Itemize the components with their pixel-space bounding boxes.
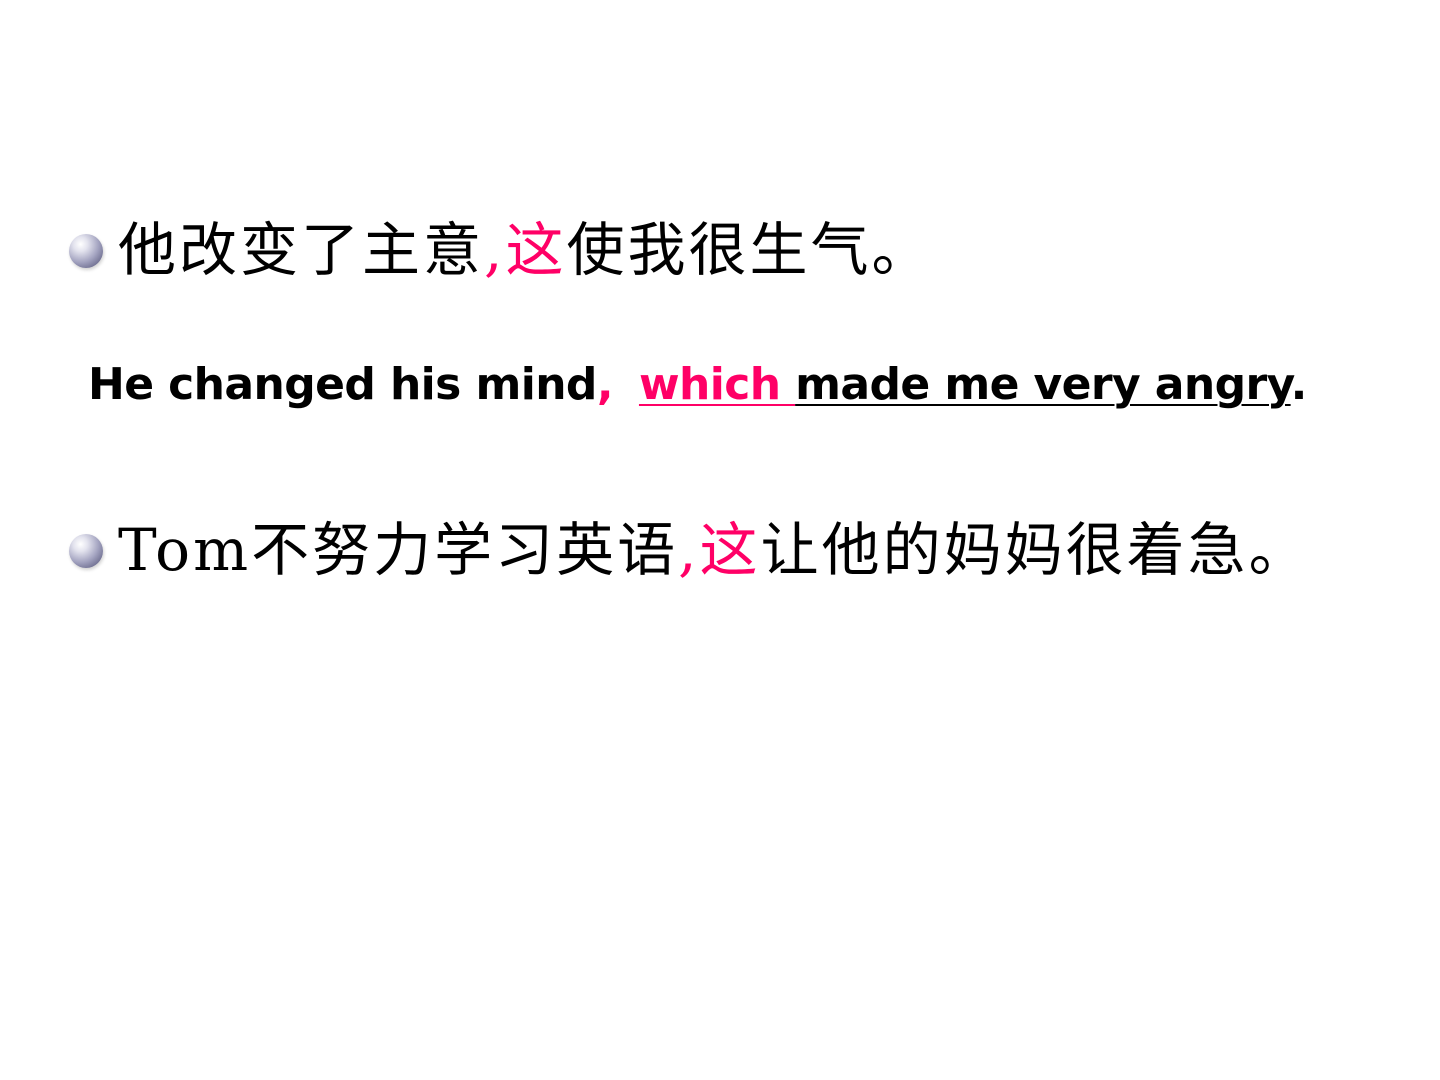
sentence-1-highlight: 这	[505, 216, 567, 284]
sentence-2-comma: ,	[678, 516, 700, 584]
slide: 他改变了主意,这使我很生气。 He changed his mind, which…	[0, 0, 1440, 1080]
translation-relative-pronoun: which	[638, 359, 796, 410]
translation-comma: ,	[596, 359, 614, 410]
english-translation: He changed his mind, which made me very a…	[88, 354, 1307, 416]
sentence-2-highlight: 这	[699, 516, 761, 584]
sphere-bullet-icon	[69, 234, 103, 268]
chinese-sentence-2: Tom不努力学习英语,这让他的妈妈很着急。	[118, 514, 1310, 586]
translation-relative-clause: made me very angry	[795, 359, 1291, 410]
chinese-sentence-1: 他改变了主意,这使我很生气。	[118, 214, 932, 286]
sentence-1-rest: 使我很生气。	[566, 216, 933, 284]
translation-main-clause: He changed his mind	[88, 359, 597, 410]
sentence-2-rest: 让他的妈妈很着急。	[760, 516, 1310, 584]
sentence-2-main: Tom不努力学习英语	[118, 516, 679, 584]
sentence-1-main: 他改变了主意	[118, 216, 485, 284]
translation-period: .	[1290, 359, 1308, 410]
sphere-bullet-icon	[69, 534, 103, 568]
sentence-1-comma: ,	[484, 216, 506, 284]
